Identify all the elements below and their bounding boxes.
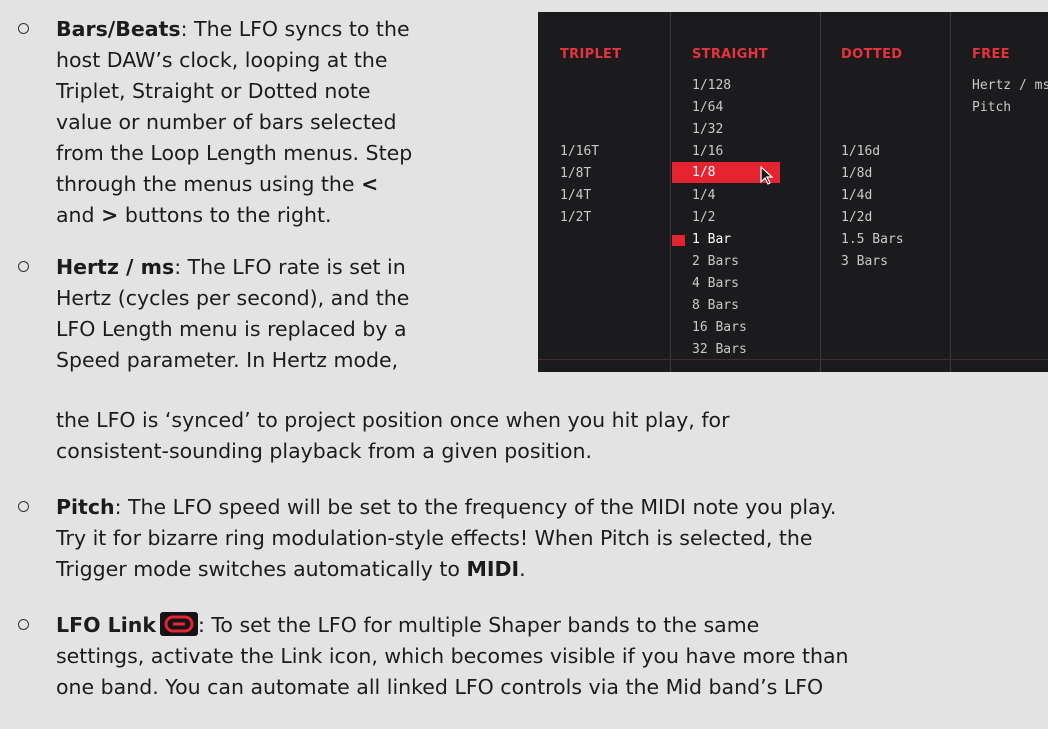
menu-option-2-bars[interactable]: 2 Bars <box>692 254 739 270</box>
menu-option-4-bars[interactable]: 4 Bars <box>692 276 739 292</box>
column-header-dotted: DOTTED <box>841 47 903 62</box>
menu-option-1-4t[interactable]: 1/4T <box>560 188 591 204</box>
menu-option-1-8d[interactable]: 1/8d <box>841 166 872 182</box>
loop-length-menu: TRIPLET STRAIGHT DOTTED FREE 1/16T 1/8T … <box>538 12 1048 372</box>
menu-option-8-bars[interactable]: 8 Bars <box>692 298 739 314</box>
column-header-straight: STRAIGHT <box>692 47 768 62</box>
column-header-free: FREE <box>972 47 1010 62</box>
menu-option-1-2[interactable]: 1/2 <box>692 210 715 226</box>
menu-option-1-2t[interactable]: 1/2T <box>560 210 591 226</box>
term-lfo-link: LFO Link <box>56 613 156 637</box>
column-header-triplet: TRIPLET <box>560 47 622 62</box>
bullet-icon <box>18 619 29 630</box>
menu-option-1-128[interactable]: 1/128 <box>692 78 731 94</box>
menu-option-hertz-ms[interactable]: Hertz / ms <box>972 78 1048 94</box>
menu-option-1-2d[interactable]: 1/2d <box>841 210 872 226</box>
term-bars-beats: Bars/Beats <box>56 17 181 41</box>
bullet-icon <box>18 501 29 512</box>
link-icon <box>159 612 198 636</box>
menu-option-16-bars[interactable]: 16 Bars <box>692 320 747 336</box>
menu-option-1-16[interactable]: 1/16 <box>692 144 723 160</box>
current-value-marker-icon <box>672 235 685 246</box>
menu-option-1-8t[interactable]: 1/8T <box>560 166 591 182</box>
term-pitch: Pitch <box>56 495 115 519</box>
menu-option-1-64[interactable]: 1/64 <box>692 100 723 116</box>
menu-option-1-32[interactable]: 1/32 <box>692 122 723 138</box>
menu-option-1-5-bars[interactable]: 1.5 Bars <box>841 232 904 248</box>
menu-option-1-4[interactable]: 1/4 <box>692 188 715 204</box>
menu-option-3-bars[interactable]: 3 Bars <box>841 254 888 270</box>
bullet-icon <box>18 261 29 272</box>
term-hertz-ms: Hertz / ms <box>56 255 175 279</box>
menu-option-1-16d[interactable]: 1/16d <box>841 144 880 160</box>
bullet-icon <box>18 23 29 34</box>
menu-option-1-4d[interactable]: 1/4d <box>841 188 872 204</box>
menu-option-1-bar[interactable]: 1 Bar <box>692 232 731 248</box>
menu-option-pitch[interactable]: Pitch <box>972 100 1011 116</box>
menu-option-1-16t[interactable]: 1/16T <box>560 144 599 160</box>
menu-option-32-bars[interactable]: 32 Bars <box>692 342 747 358</box>
mouse-cursor-icon <box>760 166 774 185</box>
